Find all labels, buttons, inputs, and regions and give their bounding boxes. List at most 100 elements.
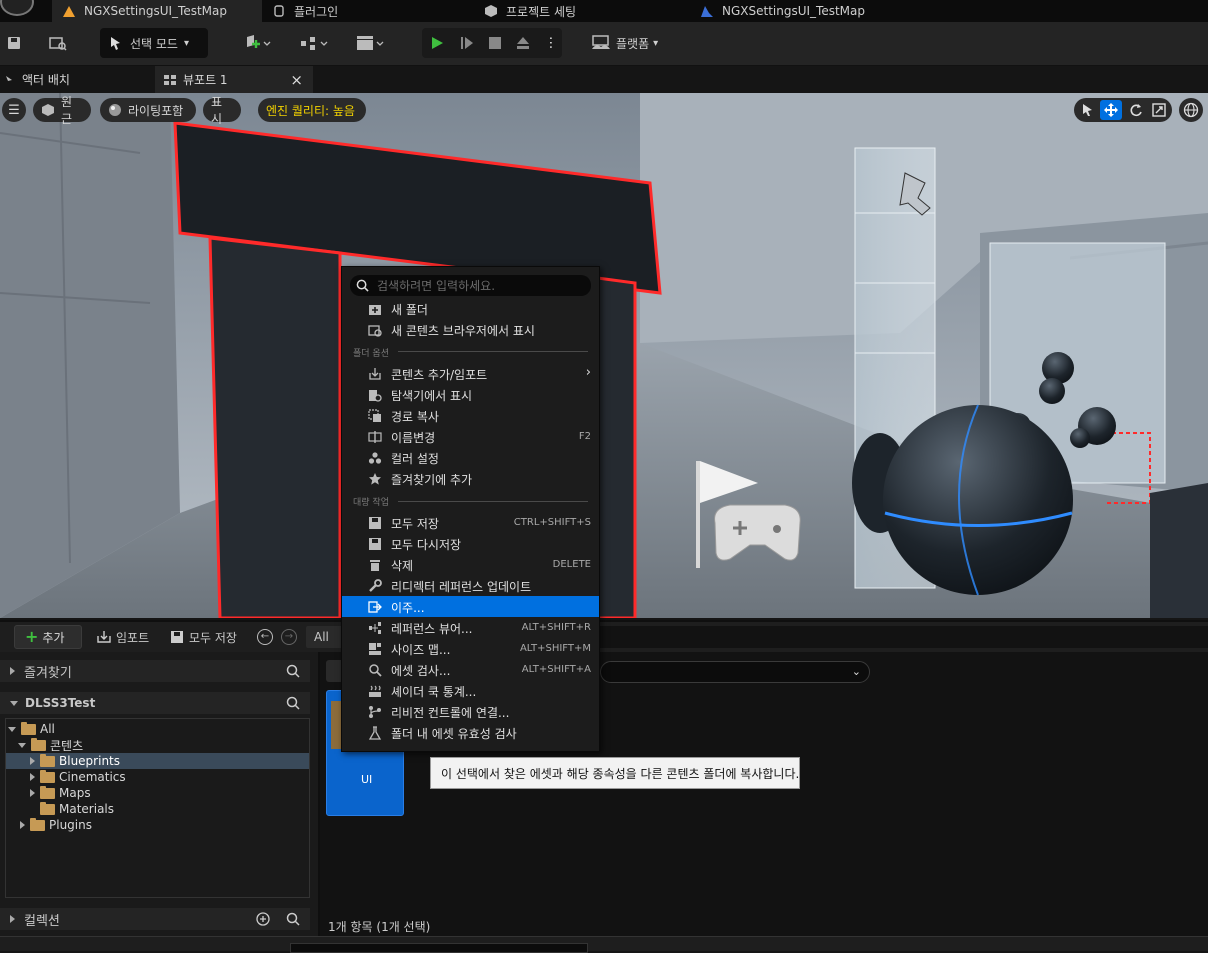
menu-item-new-folder[interactable]: 새 폴더	[342, 298, 599, 319]
eject-button[interactable]	[510, 28, 536, 58]
menu-item-label: 사이즈 맵...	[391, 643, 451, 657]
menu-item-reference-viewer[interactable]: 레퍼런스 뷰어... ALT+SHIFT+R	[342, 617, 599, 638]
menu-item-copy-path[interactable]: 경로 복사	[342, 405, 599, 426]
scale-icon	[1152, 103, 1166, 117]
new-folder-icon	[369, 305, 381, 315]
scalability-button[interactable]: 엔진 퀄리티: 높음	[258, 98, 366, 122]
import-button[interactable]: 임포트	[96, 627, 149, 647]
viewport-options-button[interactable]: ☰	[2, 98, 26, 122]
tab-place-actors[interactable]: 액터 배치	[0, 66, 140, 93]
add-actor-button[interactable]	[236, 28, 278, 58]
search-icon[interactable]	[286, 696, 300, 710]
tree-item-content[interactable]: 콘텐츠	[18, 737, 83, 753]
tree-item-all[interactable]: All	[8, 721, 55, 737]
menu-item-add-favorite[interactable]: 즐겨찾기에 추가	[342, 468, 599, 489]
menu-item-fix-redirectors[interactable]: 리디렉터 레퍼런스 업데이트	[342, 575, 599, 596]
menu-item-source-control[interactable]: 리비전 컨트롤에 연결...	[342, 701, 599, 722]
menu-item-label: 탐색기에서 표시	[391, 389, 473, 403]
menu-item-set-color[interactable]: 컬러 설정	[342, 447, 599, 468]
unreal-logo-icon[interactable]	[0, 0, 34, 16]
play-button[interactable]	[424, 28, 450, 58]
menu-search-box[interactable]: 검색하려면 입력하세요.	[350, 275, 591, 296]
scale-tool-button[interactable]	[1149, 100, 1169, 120]
tab-viewport-1[interactable]: 뷰포트 1 ×	[155, 66, 313, 93]
folder-icon	[40, 785, 55, 799]
tab-place-actors-label: 액터 배치	[22, 73, 70, 87]
tree-item-maps[interactable]: Maps	[30, 785, 91, 801]
blueprint-button[interactable]	[294, 28, 334, 58]
menu-section-bulk-actions: 대량 작업	[353, 498, 389, 508]
tab-project-settings[interactable]: 프로젝트 세팅	[484, 0, 674, 22]
world-local-button[interactable]	[1179, 98, 1203, 122]
add-button[interactable]: + 추가	[14, 625, 82, 649]
level-viewport[interactable]: ☰ 원근 라이팅포함 표시 엔진 퀄리티: 높음	[0, 93, 1208, 618]
menu-shortcut: F2	[578, 431, 591, 442]
menu-item-migrate[interactable]: 이주...	[342, 596, 599, 617]
collections-header[interactable]: 컬렉션	[0, 908, 310, 930]
menu-item-validate-assets[interactable]: 폴더 내 에셋 유효성 검사	[342, 722, 599, 743]
menu-item-resave-all[interactable]: 모두 다시저장	[342, 533, 599, 554]
browse-button[interactable]	[44, 28, 72, 58]
advance-frame-button[interactable]	[454, 28, 480, 58]
main-toolbar: 선택 모드 ▾ ··· 플랫폼 ▾	[0, 22, 1208, 66]
menu-item-label: 콘텐츠 추가/임포트	[391, 368, 488, 382]
path-breadcrumb-all[interactable]: All	[306, 626, 346, 648]
menu-item-rename[interactable]: 이름변경 F2	[342, 426, 599, 447]
favorites-label: 즐겨찾기	[24, 665, 72, 681]
show-label: 표시	[211, 95, 223, 126]
hamburger-icon: ☰	[8, 102, 20, 118]
menu-item-audit-assets[interactable]: 에셋 검사... ALT+SHIFT+A	[342, 659, 599, 680]
menu-item-label: 모두 저장	[391, 517, 439, 531]
rotate-tool-button[interactable]	[1126, 100, 1146, 120]
favorites-header[interactable]: 즐겨찾기	[0, 660, 310, 682]
console-input[interactable]	[290, 943, 588, 953]
add-collection-icon[interactable]	[256, 912, 270, 926]
show-button[interactable]: 표시	[203, 95, 241, 126]
menu-item-label: 이주...	[391, 601, 425, 615]
history-back-button[interactable]: ←	[257, 629, 273, 645]
tab-blueprint-map[interactable]: NGXSettingsUI_TestMap	[700, 0, 920, 22]
menu-item-delete[interactable]: 삭제 DELETE	[342, 554, 599, 575]
platform-dropdown[interactable]: 플랫폼 ▾	[590, 28, 670, 58]
menu-item-add-import[interactable]: 콘텐츠 추가/임포트 ›	[342, 363, 599, 384]
tree-item-label: All	[40, 722, 55, 736]
tree-item-plugins[interactable]: Plugins	[20, 817, 92, 833]
item-count-status: 1개 항목 (1개 선택)	[328, 920, 431, 934]
selection-mode-dropdown[interactable]: 선택 모드 ▾	[100, 28, 208, 58]
cinematics-button[interactable]	[350, 28, 390, 58]
menu-section-folder-options: 폴더 옵션	[353, 349, 389, 359]
save-icon	[8, 37, 20, 49]
tree-item-blueprints[interactable]: Blueprints	[30, 753, 120, 769]
import-icon	[369, 368, 381, 380]
translate-tool-button[interactable]	[1100, 100, 1122, 120]
shader-icon	[369, 685, 381, 697]
tree-item-cinematics[interactable]: Cinematics	[30, 769, 126, 785]
menu-item-show-in-new-browser[interactable]: 새 콘텐츠 브라우저에서 표시	[342, 319, 599, 340]
history-forward-button[interactable]: →	[281, 629, 297, 645]
expand-arrow-icon	[30, 789, 35, 797]
level-map-icon	[63, 6, 75, 17]
select-tool-button[interactable]	[1078, 100, 1098, 120]
menu-item-show-in-explorer[interactable]: 탐색기에서 표시	[342, 384, 599, 405]
project-header[interactable]: DLSS3Test	[0, 692, 310, 714]
tab-plugins[interactable]: 플러그인	[272, 0, 452, 22]
menu-item-save-all[interactable]: 모두 저장 CTRL+SHIFT+S	[342, 512, 599, 533]
play-options-button[interactable]: ···	[540, 28, 560, 58]
stop-button[interactable]	[482, 28, 508, 58]
asset-search-box[interactable]: ⌄	[600, 661, 870, 683]
tab-plugins-label: 플러그인	[294, 4, 339, 19]
folder-context-menu: 검색하려면 입력하세요. 새 폴더 새 콘텐츠 브라우저에서 표시 폴더 옵션 …	[341, 266, 600, 752]
save-button[interactable]	[2, 28, 26, 58]
search-icon[interactable]	[286, 912, 300, 926]
search-icon	[356, 279, 369, 292]
save-all-button[interactable]: 모두 저장	[170, 627, 237, 647]
tree-item-materials[interactable]: Materials	[40, 801, 114, 817]
view-mode-button[interactable]: 라이팅포함	[100, 98, 196, 122]
search-icon[interactable]	[286, 664, 300, 678]
tab-viewport-label: 뷰포트 1	[183, 73, 228, 87]
close-icon[interactable]: ×	[290, 71, 303, 89]
tab-level-map[interactable]: NGXSettingsUI_TestMap	[52, 0, 262, 22]
perspective-button[interactable]: 원근	[33, 95, 91, 126]
menu-item-shader-cook-stats[interactable]: 셰이더 쿡 통계...	[342, 680, 599, 701]
menu-item-size-map[interactable]: 사이즈 맵... ALT+SHIFT+M	[342, 638, 599, 659]
